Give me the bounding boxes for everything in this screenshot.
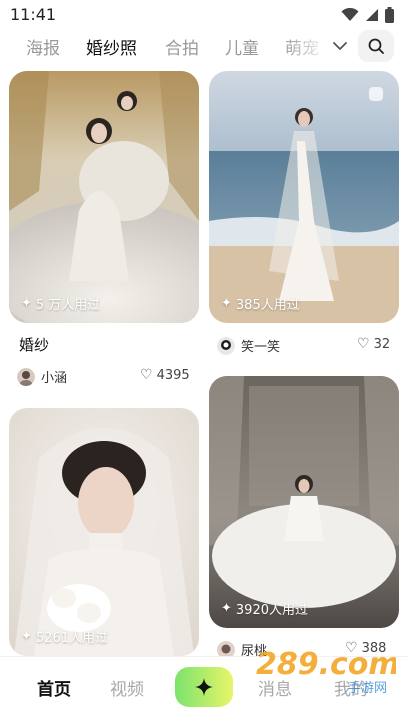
nav-home[interactable]: 首页 xyxy=(37,675,71,700)
sparkle-icon: ✦ xyxy=(21,296,32,311)
card-author[interactable]: 笑一笑 xyxy=(217,336,280,355)
nav-video[interactable]: 视频 xyxy=(110,675,144,700)
template-card[interactable]: ✦ 385人用过 xyxy=(209,71,399,323)
tab-kids[interactable]: 儿童 xyxy=(225,34,259,59)
usage-count-text: 5 万人用过 xyxy=(35,298,101,313)
like-count[interactable]: ♡ 32 xyxy=(357,336,390,352)
card-image xyxy=(9,408,199,656)
card-title: 婚纱 xyxy=(19,336,50,354)
avatar xyxy=(217,336,235,355)
usage-count-text: 385人用过 xyxy=(235,298,300,313)
tab-poster[interactable]: 海报 xyxy=(26,34,60,59)
usage-count-text: 5261人用过 xyxy=(35,631,108,646)
tab-wedding-photo[interactable]: 婚纱照 xyxy=(84,34,139,59)
avatar xyxy=(17,367,35,386)
author-name: 小涵 xyxy=(41,371,68,386)
usage-count: ✦ 5 万人用过 xyxy=(21,294,100,313)
usage-count: ✦ 385人用过 xyxy=(221,294,300,313)
usage-count: ✦ 3920人用过 xyxy=(221,599,308,618)
search-button[interactable] xyxy=(358,30,394,62)
heart-icon: ♡ xyxy=(357,336,370,352)
sparkle-icon: ✦ xyxy=(221,601,232,616)
watermark-logo: 289.com 手游网 xyxy=(256,647,396,695)
card-image xyxy=(9,71,199,323)
card-image xyxy=(209,376,399,628)
like-count-text: 4395 xyxy=(156,367,190,383)
card-image xyxy=(209,71,399,323)
chevron-down-icon[interactable] xyxy=(331,37,349,55)
signal-icon xyxy=(366,9,378,21)
template-card[interactable]: ✦ 3920人用过 xyxy=(209,376,399,628)
status-bar: 11:41 xyxy=(0,0,408,30)
tab-co-shot[interactable]: 合拍 xyxy=(165,34,199,59)
search-icon xyxy=(368,38,384,54)
like-count[interactable]: ♡ 4395 xyxy=(140,367,190,383)
template-card[interactable]: ✦ 5 万人用过 xyxy=(9,71,199,323)
sparkle-icon xyxy=(195,678,213,696)
watermark-subtext: 手游网 xyxy=(348,681,387,695)
usage-count: ✦ 5261人用过 xyxy=(21,627,108,646)
heart-icon: ♡ xyxy=(140,367,153,383)
watermark-text: 289.com xyxy=(256,647,396,682)
sparkle-icon: ✦ xyxy=(21,629,32,644)
multi-image-icon xyxy=(369,87,383,101)
sparkle-icon: ✦ xyxy=(221,296,232,311)
status-time: 11:41 xyxy=(10,5,57,24)
create-button[interactable] xyxy=(175,667,233,707)
template-card[interactable]: ✦ 5261人用过 xyxy=(9,408,199,656)
author-name: 笑一笑 xyxy=(241,340,281,355)
status-icons xyxy=(341,7,394,23)
tab-wedding-photo-label: 婚纱照 xyxy=(86,39,137,59)
tab-pets[interactable]: 萌宠 xyxy=(285,34,319,59)
card-author[interactable]: 小涵 xyxy=(17,367,67,386)
usage-count-text: 3920人用过 xyxy=(235,603,308,618)
battery-icon xyxy=(385,7,394,23)
wifi-icon xyxy=(341,8,359,21)
like-count-text: 32 xyxy=(373,336,391,352)
